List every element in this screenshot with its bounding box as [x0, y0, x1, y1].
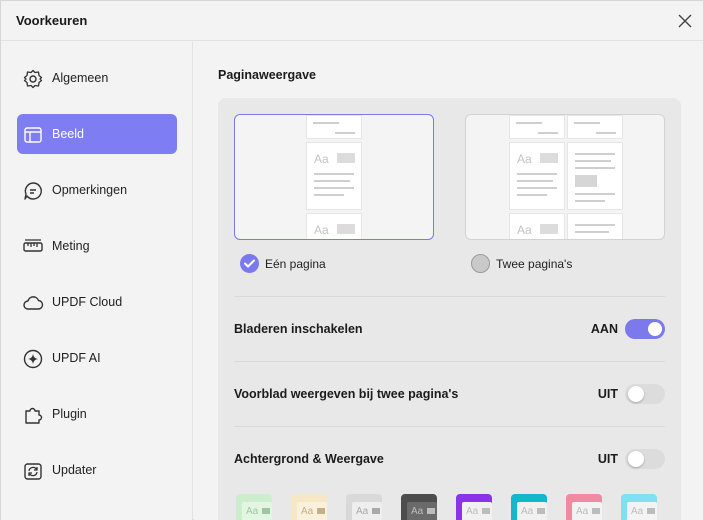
sidebar-item-updf-ai[interactable]: UPDF AI	[17, 338, 177, 378]
page-thumbnail: Aa	[509, 142, 565, 210]
sidebar-item-updater[interactable]: Updater	[17, 450, 177, 490]
page-thumbnail	[567, 142, 623, 210]
cover-page-setting-label: Voorblad weergeven bij twee pagina's	[234, 387, 459, 401]
cream-theme-swatch[interactable]: Aa	[291, 494, 327, 520]
ai-sparkle-icon	[23, 349, 43, 369]
page-thumbnail: Aa	[306, 213, 362, 239]
update-icon	[24, 463, 42, 480]
page-thumbnail: Aa	[509, 213, 565, 239]
sidebar-item-label: UPDF Cloud	[52, 295, 123, 309]
page-thumbnail: Aa	[306, 142, 362, 210]
sidebar-item-beeld[interactable]: Beeld	[17, 114, 177, 154]
browse-toggle[interactable]	[625, 319, 665, 339]
page-thumbnail	[509, 115, 565, 139]
ruler-icon	[23, 239, 43, 252]
sidebar-item-label: Beeld	[52, 127, 84, 141]
comment-icon	[24, 182, 42, 200]
layout-icon	[24, 127, 42, 143]
background-setting-state: UIT	[597, 452, 618, 466]
sidebar-item-label: Opmerkingen	[52, 183, 128, 197]
close-button[interactable]	[673, 9, 697, 33]
section-title: Paginaweergave	[218, 68, 316, 82]
close-icon	[678, 14, 692, 28]
main-content: Paginaweergave Aa Aa Aa Aa Eén pagina Tw…	[194, 42, 703, 520]
sidebar-item-plugin[interactable]: Plugin	[17, 394, 177, 434]
page-thumbnail	[306, 115, 362, 139]
single-page-radio[interactable]: Eén pagina	[240, 254, 350, 274]
sidebar-item-label: Meting	[52, 239, 90, 253]
radio-unchecked-icon	[471, 254, 490, 273]
sidebar-item-opmerkingen[interactable]: Opmerkingen	[17, 170, 177, 210]
sidebar-item-algemeen[interactable]: Algemeen	[17, 58, 177, 98]
sidebar-item-label: UPDF AI	[52, 351, 101, 365]
single-page-label: Eén pagina	[265, 257, 326, 271]
dark-gray-theme-swatch[interactable]: Aa	[401, 494, 437, 520]
cover-page-toggle[interactable]	[625, 384, 665, 404]
divider	[234, 426, 665, 427]
page-thumbnail	[567, 213, 623, 239]
sidebar-item-updf-cloud[interactable]: UPDF Cloud	[17, 282, 177, 322]
purple-theme-swatch[interactable]: Aa	[456, 494, 492, 520]
sidebar-item-meting[interactable]: Meting	[17, 226, 177, 266]
green-theme-swatch[interactable]: Aa	[236, 494, 272, 520]
teal-theme-swatch[interactable]: Aa	[511, 494, 547, 520]
sidebar-item-label: Algemeen	[52, 71, 109, 85]
gradient-theme-swatch[interactable]: Aa	[566, 494, 602, 520]
background-setting-label: Achtergrond & Weergave	[234, 452, 384, 466]
cloud-icon	[23, 296, 44, 310]
title-bar: Voorkeuren	[1, 1, 703, 41]
checkmark-icon	[240, 254, 259, 273]
page-thumbnail	[567, 115, 623, 139]
browse-setting-label: Bladeren inschakelen	[234, 322, 363, 336]
sidebar-item-label: Updater	[52, 463, 97, 477]
cyan-theme-swatch[interactable]: Aa	[621, 494, 657, 520]
divider	[234, 296, 665, 297]
two-pages-label: Twee pagina's	[496, 257, 573, 271]
window-title: Voorkeuren	[16, 13, 88, 28]
sidebar-item-label: Plugin	[52, 407, 87, 421]
browse-setting-state: AAN	[590, 322, 618, 336]
cover-page-setting-state: UIT	[597, 387, 618, 401]
light-gray-theme-swatch[interactable]: Aa	[346, 494, 382, 520]
single-page-layout-card[interactable]: Aa Aa	[234, 114, 434, 240]
settings-panel: Aa Aa Aa Aa Eén pagina Twee pagina's Bla…	[218, 98, 681, 520]
two-page-layout-card[interactable]: Aa Aa	[465, 114, 665, 240]
gear-icon	[23, 69, 43, 89]
preferences-window: Voorkeuren Algemeen Beeld Opmerkingen Me…	[0, 0, 704, 520]
background-toggle[interactable]	[625, 449, 665, 469]
puzzle-icon	[25, 407, 43, 424]
divider	[234, 361, 665, 362]
sidebar: Algemeen Beeld Opmerkingen Meting UPDF C…	[1, 42, 193, 520]
two-pages-radio[interactable]: Twee pagina's	[471, 254, 591, 274]
